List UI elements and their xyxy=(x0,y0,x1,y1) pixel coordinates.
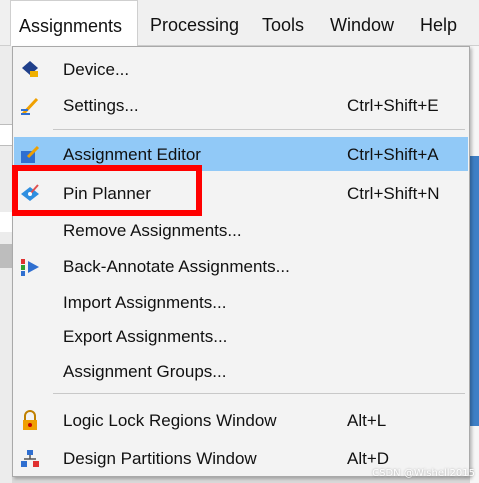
settings-pencil-icon xyxy=(18,94,42,118)
menu-item-label: Import Assignments... xyxy=(63,293,227,312)
menu-item-shortcut: Ctrl+Shift+A xyxy=(347,145,439,164)
menu-item-shortcut: Ctrl+Shift+E xyxy=(347,96,439,115)
menu-item-settings[interactable]: Settings... Ctrl+Shift+E xyxy=(14,88,468,122)
assignment-editor-icon xyxy=(18,143,42,167)
menu-window[interactable]: Window xyxy=(322,0,406,46)
menu-item-label: Back-Annotate Assignments... xyxy=(63,257,290,276)
menu-item-pin-planner[interactable]: Pin Planner Ctrl+Shift+N xyxy=(14,176,468,210)
menu-item-import-assignments[interactable]: Import Assignments... xyxy=(14,285,468,319)
menu-item-export-assignments[interactable]: Export Assignments... xyxy=(14,319,468,353)
menu-item-back-annotate-assignments[interactable]: Back-Annotate Assignments... xyxy=(14,249,468,283)
menu-item-label: Design Partitions Window xyxy=(63,449,257,468)
menu-item-shortcut: Ctrl+Shift+N xyxy=(347,184,440,203)
menu-processing[interactable]: Processing xyxy=(142,0,250,46)
menu-item-label: Settings... xyxy=(63,96,139,115)
menu-item-assignment-groups[interactable]: Assignment Groups... xyxy=(14,354,468,388)
menu-assignments[interactable]: Assignments xyxy=(10,0,138,46)
menu-item-device[interactable]: Device... xyxy=(14,52,468,86)
menu-item-label: Remove Assignments... xyxy=(63,221,242,240)
menu-item-label: Logic Lock Regions Window xyxy=(63,411,277,430)
menu-item-logic-lock-regions[interactable]: Logic Lock Regions Window Alt+L xyxy=(14,403,468,437)
lock-icon xyxy=(18,409,42,433)
menu-bar: Assignments Processing Tools Window Help xyxy=(0,0,479,46)
menu-item-label: Assignment Editor xyxy=(63,145,201,164)
assignments-dropdown-menu: Device... Settings... Ctrl+Shift+E Assig… xyxy=(12,46,470,477)
background-left-panel xyxy=(0,46,12,483)
background-right-panel xyxy=(470,46,479,483)
back-annotate-icon xyxy=(18,255,42,279)
background-accent xyxy=(470,156,479,426)
menu-separator xyxy=(53,393,465,394)
menu-item-remove-assignments[interactable]: Remove Assignments... xyxy=(14,213,468,247)
pin-planner-icon xyxy=(18,182,42,206)
background-toolbar xyxy=(0,244,12,268)
menu-item-label: Assignment Groups... xyxy=(63,362,227,381)
watermark: CSDN @Wishell2015 xyxy=(372,468,475,479)
menu-item-shortcut: Alt+L xyxy=(347,411,387,430)
background-field xyxy=(0,212,12,232)
menu-help[interactable]: Help xyxy=(412,0,472,46)
partitions-icon xyxy=(18,447,42,471)
menu-item-label: Device... xyxy=(63,60,130,79)
menu-item-label: Pin Planner xyxy=(63,184,151,203)
device-chip-icon xyxy=(18,58,42,82)
menu-separator xyxy=(53,129,465,130)
menu-tools[interactable]: Tools xyxy=(254,0,318,46)
menu-item-label: Export Assignments... xyxy=(63,327,228,346)
menu-item-assignment-editor[interactable]: Assignment Editor Ctrl+Shift+A xyxy=(14,137,468,171)
background-field xyxy=(0,124,12,146)
